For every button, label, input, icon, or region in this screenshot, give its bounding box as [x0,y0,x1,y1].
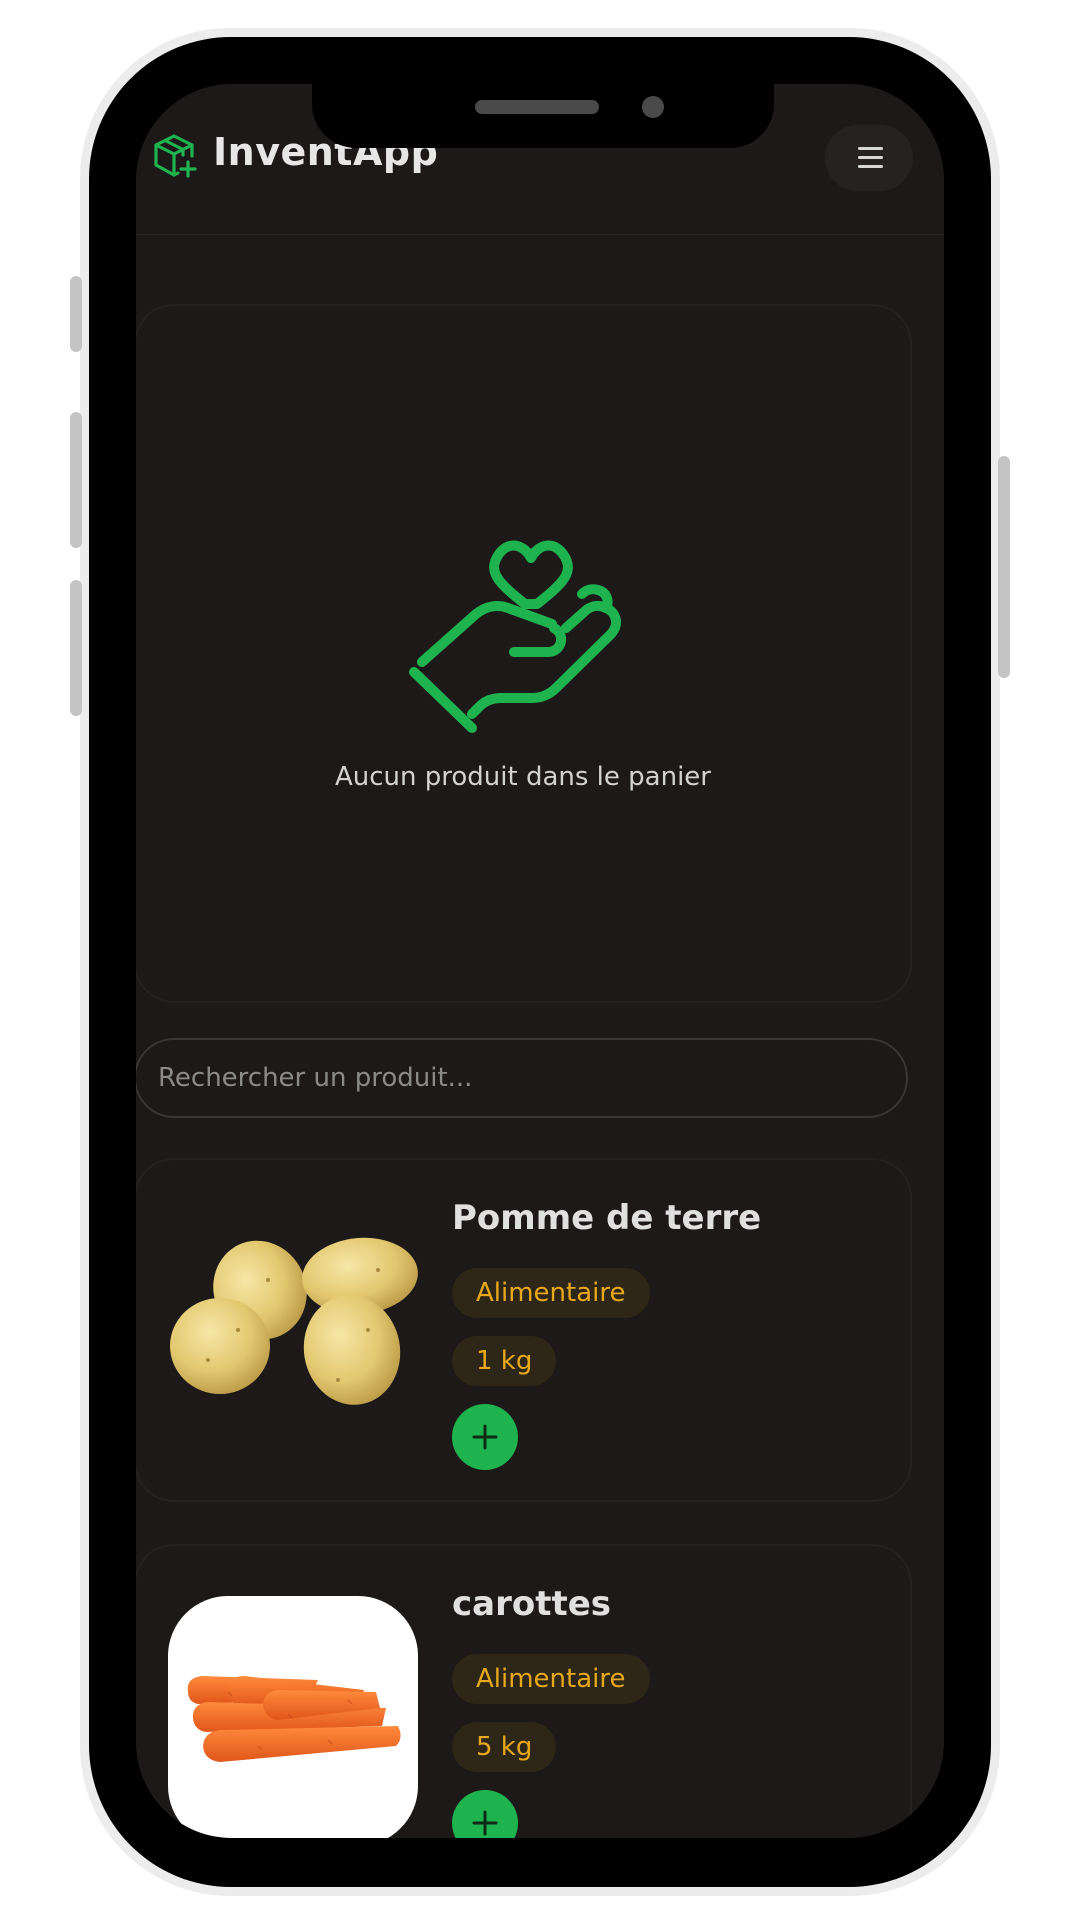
quantity-badge: 1 kg [452,1336,557,1386]
power-button [998,456,1010,678]
add-to-cart-button[interactable] [452,1404,518,1470]
menu-button[interactable] [825,125,913,191]
category-badge: Alimentaire [452,1268,650,1318]
add-to-cart-button[interactable] [452,1790,518,1838]
potatoes-image [168,1210,418,1460]
app-screen: InventApp Aucun produit dans le panier R… [136,84,944,1838]
plus-icon [472,1424,498,1450]
product-name: carottes [452,1584,612,1624]
category-badge: Alimentaire [452,1654,650,1704]
hamburger-line [858,165,883,168]
product-name: Pomme de terre [452,1198,762,1238]
package-plus-icon [154,134,197,178]
hand-heart-icon [409,540,621,733]
product-card: carottes Alimentaire 5 kg [136,1544,912,1838]
hamburger-line [858,156,883,159]
plus-icon [472,1810,498,1836]
silent-switch [70,276,82,352]
volume-down-button [70,580,82,716]
speaker-grille [475,100,599,114]
quantity-badge: 5 kg [452,1722,557,1772]
notch [312,84,774,148]
front-camera [642,96,664,118]
volume-up-button [70,412,82,548]
product-card: Pomme de terre Alimentaire 1 kg [136,1158,912,1502]
search-input[interactable] [136,1038,908,1118]
empty-cart-message: Aucun produit dans le panier [334,762,711,792]
carrots-image [168,1596,418,1838]
hamburger-menu-icon [858,147,883,150]
cart-panel: Aucun produit dans le panier [136,304,912,1003]
